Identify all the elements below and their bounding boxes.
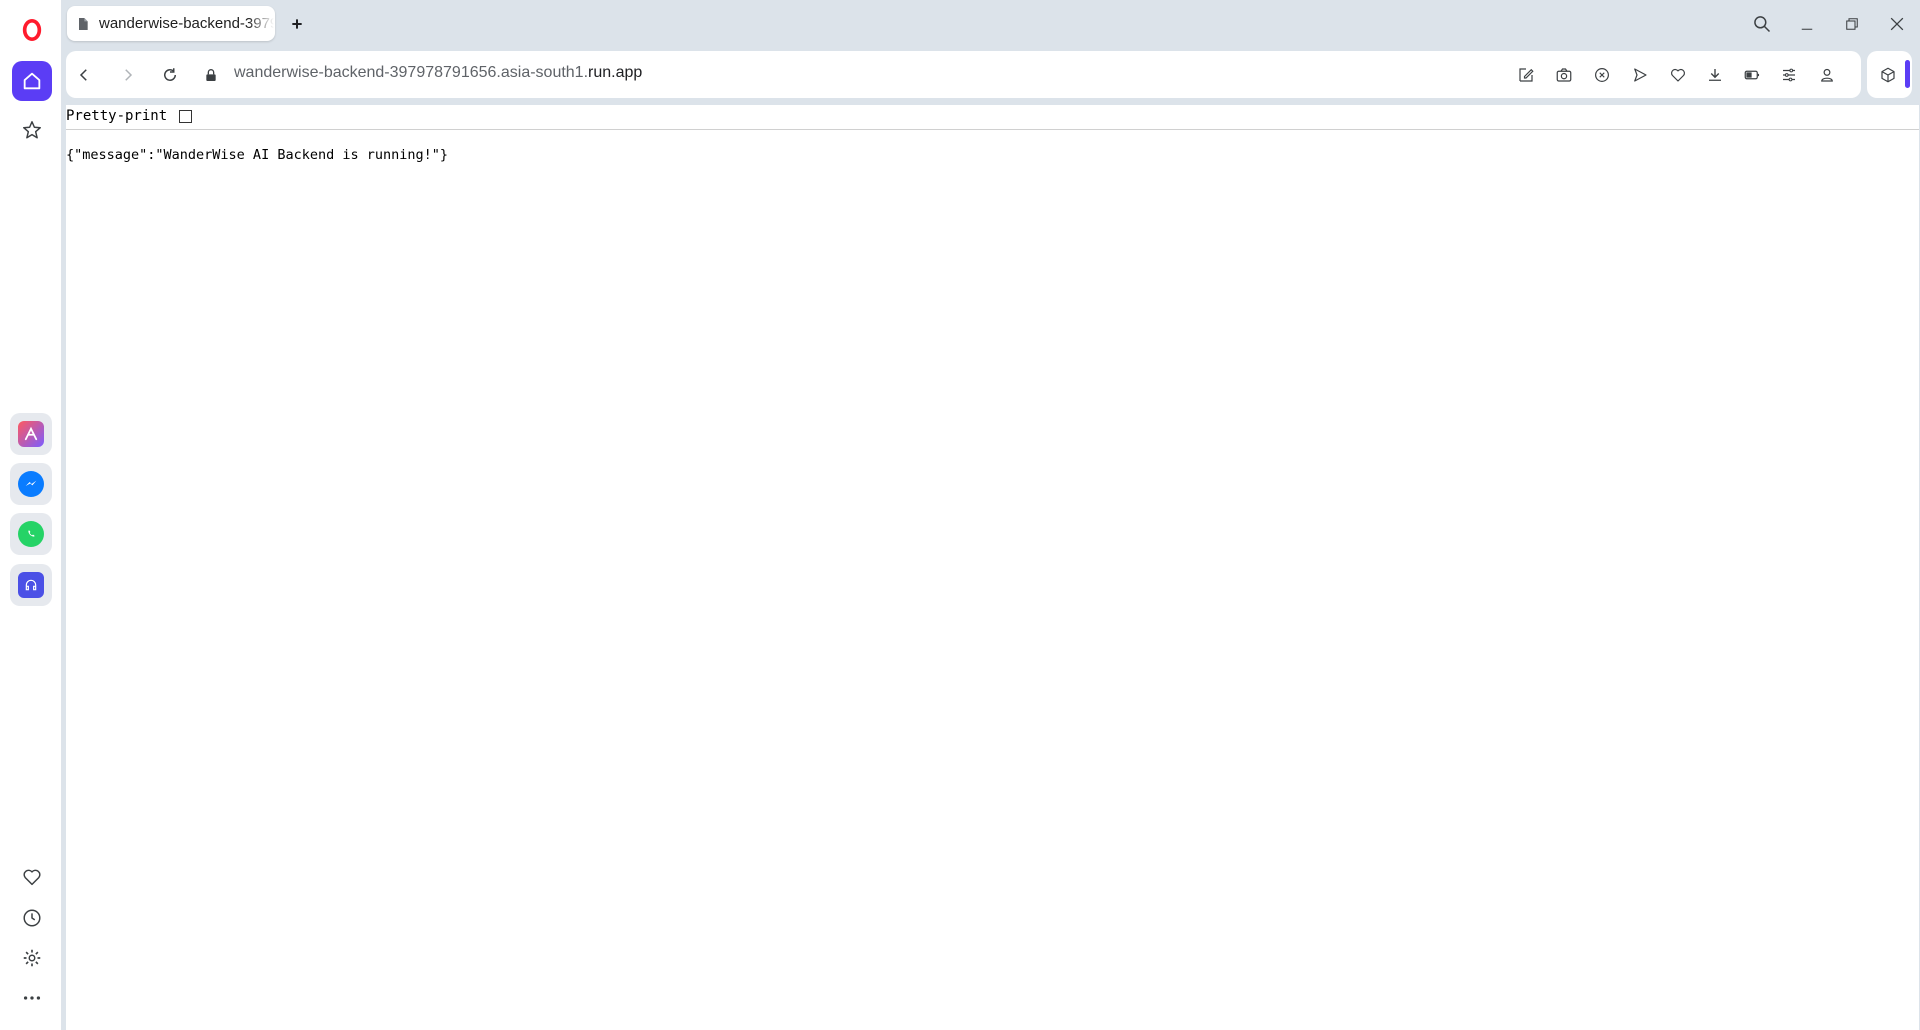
battery-icon (1744, 70, 1760, 80)
address-toolbar: wanderwise-backend-397978791656.asia-sou… (66, 51, 1861, 98)
camera-icon (1556, 68, 1572, 82)
browser-tab[interactable]: wanderwise-backend-397978791656.asia-sou… (67, 6, 275, 41)
bookmark-button[interactable] (1666, 63, 1690, 87)
restore-icon (1846, 18, 1858, 30)
url-host: run.app (588, 64, 643, 81)
tab-title: wanderwise-backend-397978791656.asia-sou… (99, 15, 274, 32)
snapshot-button[interactable] (1552, 63, 1576, 87)
battery-saver-button[interactable] (1740, 63, 1764, 87)
sidebar-panel-handle[interactable] (1905, 60, 1910, 88)
opera-logo-icon[interactable] (12, 10, 52, 50)
profile-button[interactable] (1815, 63, 1839, 87)
pretty-print-label: Pretty-print (66, 108, 168, 124)
aria-app-button[interactable] (10, 413, 52, 455)
more-dots-icon (23, 996, 41, 1000)
pretty-print-checkbox[interactable] (179, 110, 192, 123)
page-content: Pretty-print {"message":"WanderWise AI B… (66, 105, 1919, 1030)
whatsapp-icon (18, 521, 44, 547)
settings-button[interactable] (12, 938, 52, 978)
sidebar (0, 0, 62, 1030)
reload-button[interactable] (158, 63, 182, 87)
minimize-icon (1801, 28, 1813, 30)
url-prefix: wanderwise-backend-397978791656.asia-sou… (234, 64, 589, 81)
json-body: {"message":"WanderWise AI Backend is run… (66, 147, 449, 163)
aria-icon (18, 421, 44, 447)
user-icon (1821, 68, 1833, 82)
new-tab-button[interactable] (286, 13, 308, 35)
downloads-button[interactable] (1703, 63, 1727, 87)
chevron-right-icon (125, 69, 133, 81)
sliders-icon (1783, 68, 1795, 82)
download-icon (1709, 69, 1721, 81)
edit-icon (1519, 68, 1534, 82)
lock-icon[interactable] (199, 63, 223, 87)
close-window-button[interactable] (1879, 10, 1915, 38)
search-icon (1754, 16, 1771, 33)
heart-icon (1671, 68, 1685, 82)
search-tabs-button[interactable] (1744, 10, 1780, 38)
minimize-button[interactable] (1789, 10, 1825, 38)
extensions-button[interactable] (1876, 63, 1900, 87)
more-button[interactable] (12, 978, 52, 1018)
url-field[interactable]: wanderwise-backend-397978791656.asia-sou… (234, 64, 642, 82)
music-player-app-button[interactable] (10, 564, 52, 606)
flow-button[interactable] (1628, 63, 1652, 87)
pretty-print-bar: Pretty-print (66, 105, 1919, 130)
document-icon (75, 16, 91, 32)
messenger-icon (18, 471, 44, 497)
chevron-left-icon (79, 69, 87, 81)
gear-icon (23, 949, 41, 967)
heart-icon (23, 869, 41, 886)
home-icon (23, 72, 41, 90)
home-button[interactable] (12, 61, 52, 101)
star-icon (23, 121, 41, 139)
forward-button[interactable] (116, 63, 140, 87)
plus-icon (292, 19, 302, 29)
close-icon (1890, 17, 1904, 31)
shield-x-icon (1595, 68, 1609, 82)
restore-button[interactable] (1834, 10, 1870, 38)
adblock-button[interactable] (1590, 63, 1614, 87)
back-button[interactable] (72, 63, 96, 87)
speed-dial-button[interactable] (12, 110, 52, 150)
favorites-button[interactable] (12, 857, 52, 897)
easy-setup-button[interactable] (1777, 63, 1801, 87)
send-icon (1634, 68, 1647, 82)
reload-icon (164, 68, 176, 81)
headphones-icon (18, 572, 44, 598)
whatsapp-app-button[interactable] (10, 513, 52, 555)
messenger-app-button[interactable] (10, 463, 52, 505)
clock-icon (23, 909, 41, 927)
cube-icon (1881, 67, 1895, 83)
history-button[interactable] (12, 898, 52, 938)
edit-button[interactable] (1514, 63, 1538, 87)
